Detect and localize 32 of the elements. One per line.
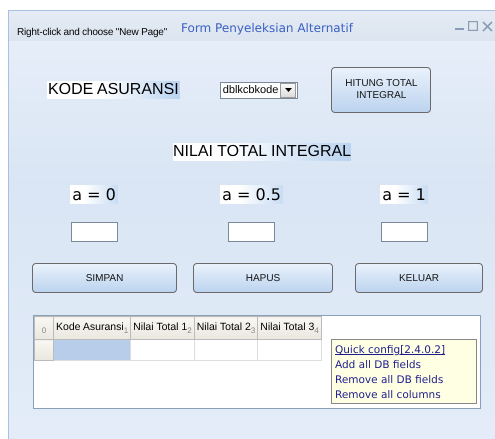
column-header[interactable]: Nilai Total 3$_{4}$ bbox=[258, 316, 322, 340]
column-header[interactable]: Nilai Total 2$_{3}$ bbox=[194, 316, 258, 340]
input-field[interactable] bbox=[228, 222, 275, 242]
kode-asuransi-label: KODE ASURANSI bbox=[47, 81, 180, 99]
alpha-label: a = 0 bbox=[70, 185, 118, 204]
column-header[interactable]: Kode Asuransi$_{1}$ bbox=[54, 316, 131, 340]
menu-item[interactable]: Add all DB fields bbox=[335, 358, 473, 373]
alpha-label: a = 0.5 bbox=[220, 185, 283, 204]
column-header[interactable]: Nilai Total 1$_{2}$ bbox=[130, 316, 194, 340]
action-button[interactable]: SIMPAN bbox=[32, 263, 177, 293]
table-cell[interactable] bbox=[258, 340, 322, 360]
hint-text: Right-click and choose "New Page" bbox=[17, 27, 168, 38]
quick-config-link[interactable]: Quick config[2.4.0.2] bbox=[335, 343, 473, 358]
input-field[interactable] bbox=[70, 222, 118, 242]
hitung-total-button[interactable]: HITUNG TOTAL INTEGRAL bbox=[331, 67, 432, 113]
menu-item[interactable]: Remove all columns bbox=[335, 388, 473, 403]
alpha-label: a = 1 bbox=[380, 185, 428, 204]
section-heading: NILAI TOTAL INTEGRAL bbox=[172, 143, 352, 161]
action-button[interactable]: KELUAR bbox=[355, 263, 483, 293]
table-cell[interactable] bbox=[194, 340, 258, 360]
dropdown-arrow-icon bbox=[284, 88, 292, 92]
kode-dropdown[interactable]: dblkcbkode bbox=[220, 82, 298, 98]
input-field[interactable] bbox=[380, 222, 428, 242]
menu-item[interactable]: Remove all DB fields bbox=[335, 373, 473, 388]
table-cell[interactable] bbox=[130, 340, 194, 360]
row-header[interactable] bbox=[34, 340, 54, 360]
table-cell[interactable] bbox=[54, 340, 131, 360]
corner-header: 0 bbox=[34, 316, 54, 340]
window-title: Form Penyeleksian Alternatif bbox=[181, 21, 353, 35]
close-icon[interactable] bbox=[482, 20, 493, 32]
action-button[interactable]: HAPUS bbox=[193, 263, 333, 293]
maximize-icon[interactable] bbox=[468, 21, 478, 31]
